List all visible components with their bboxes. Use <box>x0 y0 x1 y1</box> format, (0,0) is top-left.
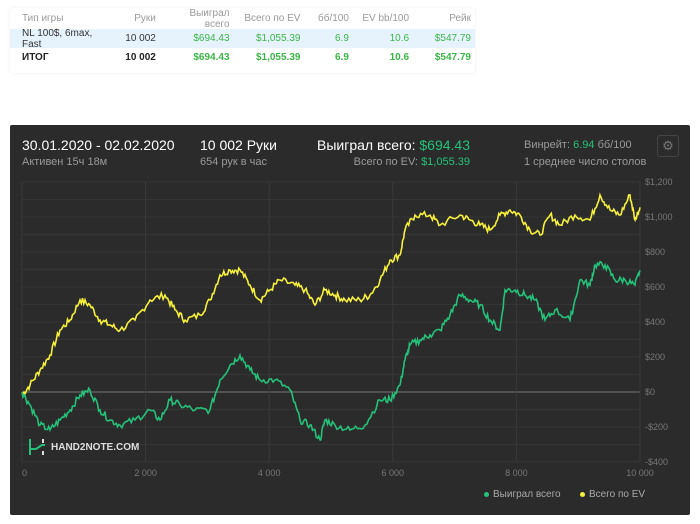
header-hands[interactable]: Руки <box>116 13 160 24</box>
series-line-won <box>21 260 641 441</box>
cell-game-type: NL 100$, 6max, Fast <box>22 27 93 50</box>
y-tick-label: $600 <box>645 282 665 292</box>
y-tick-label: -$400 <box>645 457 668 467</box>
header-bb100[interactable]: бб/100 <box>304 13 352 24</box>
x-tick-label: 10 000 <box>626 468 654 478</box>
y-tick-label: -$200 <box>645 422 668 432</box>
total-ev: $1,055.39 <box>255 52 301 63</box>
y-tick-label: $200 <box>645 352 665 362</box>
y-tick-label: $0 <box>645 387 655 397</box>
table-header: Тип игры Руки Выиграл всего Всего по EV … <box>10 8 475 30</box>
cell-hands: 10 002 <box>125 33 156 44</box>
cell-ev-bb100: 10.6 <box>389 33 410 44</box>
results-graph-panel: 30.01.2020 - 02.02.2020 Активен 15ч 18м … <box>10 125 690 515</box>
total-label: ИТОГ <box>22 52 49 63</box>
legend-won[interactable]: Выиграл всего <box>484 489 561 500</box>
x-tick-label: 8 000 <box>505 468 528 478</box>
header-rake[interactable]: Рейк <box>413 13 475 24</box>
total-ev-bb100: 10.6 <box>389 52 410 63</box>
table-total-row: ИТОГ 10 002 $694.43 $1,055.39 6.9 10.6 $… <box>10 48 475 67</box>
cell-rake: $547.79 <box>434 33 471 44</box>
watermark-text: HAND2NOTE.COM <box>51 441 140 453</box>
x-tick-label: 2 000 <box>134 468 157 478</box>
legend-won-label: Выиграл всего <box>493 489 561 500</box>
header-ev-bb100[interactable]: EV bb/100 <box>353 13 413 24</box>
x-tick-label: 6 000 <box>382 468 405 478</box>
y-tick-label: $400 <box>645 317 665 327</box>
x-tick-label: 4 000 <box>258 468 281 478</box>
cell-ev: $1,055.39 <box>255 33 301 44</box>
y-tick-label: $1,200 <box>645 177 673 187</box>
y-tick-label: $800 <box>645 247 665 257</box>
header-ev[interactable]: Всего по EV <box>234 13 305 24</box>
total-rake: $547.79 <box>434 52 471 63</box>
series-line-ev <box>21 192 641 396</box>
table-row[interactable]: NL 100$, 6max, Fast 10 002 $694.43 $1,05… <box>10 27 475 50</box>
x-tick-label: 0 <box>22 468 27 478</box>
legend-ev-dot-icon <box>580 492 585 497</box>
hand2note-logo: HAND2NOTE.COM <box>28 437 139 457</box>
hand2note-logo-icon <box>29 439 45 455</box>
total-hands: 10 002 <box>125 52 156 63</box>
legend-won-dot-icon <box>484 492 489 497</box>
total-won: $694.43 <box>193 52 230 63</box>
legend-ev-label: Всего по EV <box>589 489 646 500</box>
cell-won: $694.43 <box>193 33 230 44</box>
header-game-type[interactable]: Тип игры <box>10 13 116 24</box>
game-stats-table: Тип игры Руки Выиграл всего Всего по EV … <box>10 8 475 73</box>
cell-bb100: 6.9 <box>335 33 349 44</box>
header-won[interactable]: Выиграл всего <box>160 8 234 30</box>
total-bb100: 6.9 <box>335 52 349 63</box>
y-tick-label: $1,000 <box>645 212 673 222</box>
legend-ev[interactable]: Всего по EV <box>580 489 645 500</box>
